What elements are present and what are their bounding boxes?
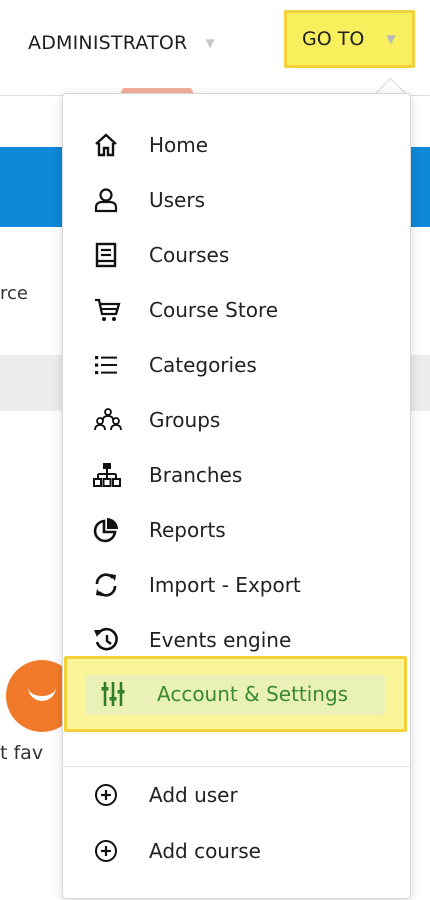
menu-item-label: Branches bbox=[149, 463, 243, 487]
menu-item-categories[interactable]: Categories bbox=[93, 344, 257, 386]
list-icon bbox=[93, 350, 129, 380]
role-switcher[interactable]: ADMINISTRATOR ▼ bbox=[28, 26, 215, 60]
pie-chart-icon bbox=[93, 515, 129, 545]
plus-circle-icon bbox=[93, 836, 129, 866]
menu-item-label: Reports bbox=[149, 518, 226, 542]
menu-item-label: Course Store bbox=[149, 298, 279, 322]
menu-item-account-settings-content: Account & Settings bbox=[101, 673, 348, 715]
menu-item-label: Categories bbox=[149, 353, 257, 377]
chevron-down-icon: ▼ bbox=[205, 36, 215, 50]
sitemap-icon bbox=[93, 460, 129, 490]
home-icon bbox=[93, 130, 129, 160]
menu-item-label: Events engine bbox=[149, 628, 292, 652]
top-bar: ADMINISTRATOR ▼ GO TO ▼ bbox=[0, 0, 430, 88]
menu-item-home[interactable]: Home bbox=[93, 124, 208, 166]
menu-item-import-export[interactable]: Import - Export bbox=[93, 564, 301, 606]
menu-item-courses[interactable]: Courses bbox=[93, 234, 229, 276]
screen: rce t fav ADMINISTRATOR ▼ GO TO ▼ Home U… bbox=[0, 0, 430, 900]
goto-label: GO TO bbox=[302, 28, 365, 50]
menu-item-account-settings[interactable]: Account & Settings bbox=[64, 656, 407, 732]
user-icon bbox=[93, 185, 129, 215]
group-icon bbox=[93, 405, 129, 435]
history-icon bbox=[93, 625, 129, 655]
menu-item-label: Users bbox=[149, 188, 206, 212]
menu-item-label: Home bbox=[149, 133, 209, 157]
role-label: ADMINISTRATOR bbox=[28, 32, 188, 54]
menu-item-label: Import - Export bbox=[149, 573, 301, 597]
goto-dropdown-menu: Home Users Courses Course Store Categori bbox=[62, 93, 411, 899]
menu-item-course-store[interactable]: Course Store bbox=[93, 289, 278, 331]
menu-item-label: Groups bbox=[149, 408, 221, 432]
book-icon bbox=[93, 240, 129, 270]
menu-action-label: Add user bbox=[149, 783, 238, 807]
goto-button[interactable]: GO TO ▼ bbox=[284, 10, 415, 68]
sliders-icon bbox=[101, 679, 137, 709]
menu-action-label: Add course bbox=[149, 839, 261, 863]
menu-item-users[interactable]: Users bbox=[93, 179, 205, 221]
plus-circle-icon bbox=[93, 780, 129, 810]
menu-item-reports[interactable]: Reports bbox=[93, 509, 226, 551]
background-text-fragment: rce bbox=[0, 283, 28, 304]
menu-divider bbox=[63, 766, 410, 767]
background-text-fragment-2: t fav bbox=[0, 742, 44, 764]
menu-item-groups[interactable]: Groups bbox=[93, 399, 220, 441]
menu-action-add-course[interactable]: Add course bbox=[93, 830, 261, 872]
menu-item-label: Courses bbox=[149, 243, 230, 267]
menu-action-add-user[interactable]: Add user bbox=[93, 774, 238, 816]
menu-item-label: Account & Settings bbox=[157, 682, 349, 706]
menu-item-branches[interactable]: Branches bbox=[93, 454, 242, 496]
chevron-down-icon: ▼ bbox=[386, 32, 396, 46]
cart-icon bbox=[93, 295, 129, 325]
menu-item-events-engine[interactable]: Events engine bbox=[93, 619, 291, 661]
sync-icon bbox=[93, 570, 129, 600]
